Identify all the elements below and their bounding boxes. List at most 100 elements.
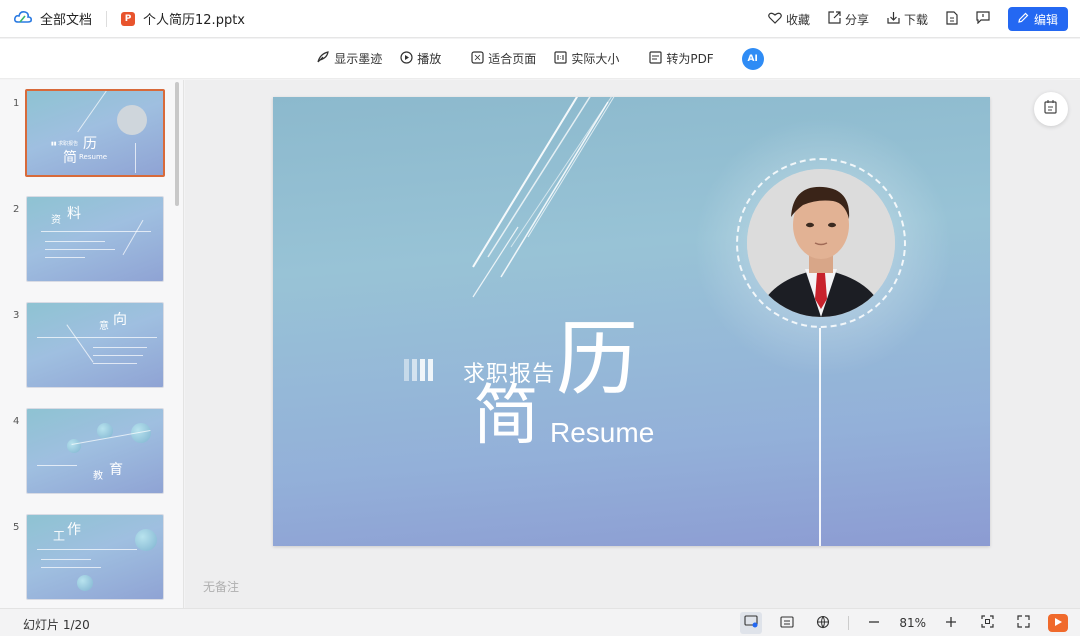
thumbnail-number: 3 bbox=[13, 310, 20, 321]
fit-page-icon bbox=[471, 50, 484, 67]
fullscreen-button[interactable] bbox=[1012, 612, 1034, 634]
heart-icon bbox=[768, 12, 782, 27]
pdf-icon bbox=[649, 50, 662, 67]
download-icon bbox=[887, 11, 900, 27]
cloud-icon bbox=[14, 10, 32, 28]
play-icon bbox=[1053, 616, 1063, 630]
thumbnail-slide-1[interactable]: ▮▮ 求职报告 历 简 Resume bbox=[25, 89, 165, 177]
comment-button[interactable] bbox=[976, 11, 990, 27]
notes-view-icon bbox=[780, 615, 794, 631]
viewer-toolbar: 显示墨迹 播放 适合页面 实际大小 转为PDF AI bbox=[0, 39, 1080, 79]
thumbnail-number: 1 bbox=[13, 98, 20, 109]
thumbnail-item[interactable]: 3 向 意 bbox=[0, 300, 170, 392]
file-info-button[interactable] bbox=[946, 10, 958, 28]
file-name: 个人简历12.pptx bbox=[143, 13, 245, 28]
thumb-title: 料 bbox=[67, 206, 81, 222]
language-button[interactable] bbox=[812, 612, 834, 634]
thumb-title: 教 bbox=[93, 471, 103, 482]
thumb-title: 向 bbox=[113, 312, 127, 328]
thumbnail-number: 2 bbox=[13, 204, 20, 215]
zoom-out-button[interactable] bbox=[863, 612, 885, 634]
slide-resume-text: Resume bbox=[550, 417, 655, 448]
globe-icon bbox=[816, 615, 830, 632]
decorative-bars bbox=[404, 359, 433, 381]
status-bar: 幻灯片 1/20 81% bbox=[0, 608, 1080, 636]
thumbnail-slide-2[interactable]: 料 资 bbox=[26, 196, 164, 282]
pptx-file-icon: P bbox=[121, 11, 136, 26]
thumbnail-item[interactable]: 2 料 资 bbox=[0, 194, 170, 286]
convert-pdf-label: 转为PDF bbox=[666, 52, 714, 66]
thumbnail-slide-5[interactable]: 作 工 bbox=[26, 514, 164, 600]
fullscreen-icon bbox=[1016, 615, 1030, 631]
plus-icon bbox=[945, 616, 957, 631]
convert-pdf-button[interactable]: 转为PDF bbox=[649, 50, 714, 67]
share-label: 分享 bbox=[844, 12, 869, 27]
divider bbox=[106, 10, 108, 27]
play-button[interactable]: 播放 bbox=[400, 50, 441, 67]
thumb-subtitle: Resume bbox=[79, 153, 108, 161]
favorite-label: 收藏 bbox=[785, 12, 810, 27]
ink-feather-icon bbox=[316, 50, 330, 67]
comment-icon bbox=[976, 11, 990, 27]
zoom-in-button[interactable] bbox=[940, 612, 962, 634]
actual-size-button[interactable]: 实际大小 bbox=[554, 50, 619, 67]
fit-screen-icon bbox=[980, 615, 994, 631]
download-label: 下载 bbox=[903, 12, 928, 27]
favorite-button[interactable]: 收藏 bbox=[768, 11, 810, 28]
slideshow-play-button[interactable] bbox=[1048, 614, 1068, 632]
top-bar: 全部文档 P 个人简历12.pptx 收藏 分享 下载 编辑 bbox=[0, 0, 1080, 38]
sidebar-scrollbar[interactable] bbox=[175, 82, 179, 206]
thumb-title: 简 bbox=[63, 150, 77, 166]
thumbnail-item[interactable]: 1 ▮▮ 求职报告 历 简 Resume bbox=[0, 88, 170, 180]
notes-placeholder[interactable]: 无备注 bbox=[203, 578, 239, 595]
zoom-level[interactable]: 81% bbox=[899, 616, 926, 630]
vertical-accent-line bbox=[819, 328, 821, 546]
share-button[interactable]: 分享 bbox=[828, 11, 869, 28]
thumbnail-item[interactable]: 5 作 工 bbox=[0, 512, 170, 604]
slide-title-char: 简 bbox=[473, 377, 539, 454]
thumbnail-number: 4 bbox=[13, 416, 20, 427]
actual-size-label: 实际大小 bbox=[571, 52, 620, 66]
thumb-title: 资 bbox=[51, 215, 61, 226]
normal-view-button[interactable] bbox=[740, 612, 763, 634]
share-icon bbox=[828, 11, 841, 27]
download-button[interactable]: 下载 bbox=[887, 11, 928, 28]
edit-label: 编辑 bbox=[1033, 12, 1058, 27]
side-panel-button[interactable] bbox=[1034, 92, 1068, 126]
all-docs-link[interactable]: 全部文档 bbox=[14, 9, 92, 28]
play-circle-icon bbox=[400, 50, 413, 67]
slide-title-char: 历 bbox=[556, 312, 639, 407]
fit-page-label: 适合页面 bbox=[488, 52, 537, 66]
slide-counter: 幻灯片 1/20 bbox=[23, 618, 90, 632]
thumb-title: 历 bbox=[83, 136, 97, 152]
divider bbox=[848, 616, 850, 630]
normal-view-icon bbox=[744, 615, 758, 631]
ai-assistant-button[interactable]: AI bbox=[741, 47, 764, 70]
slide-1: 求职报告 历 简 Resume bbox=[273, 97, 990, 546]
all-docs-label: 全部文档 bbox=[40, 13, 93, 28]
play-label: 播放 bbox=[417, 52, 442, 66]
notes-view-button[interactable] bbox=[776, 612, 798, 634]
actual-size-icon bbox=[554, 50, 567, 67]
fit-page-button[interactable]: 适合页面 bbox=[471, 50, 536, 67]
slide-thumbnail-panel[interactable]: 1 ▮▮ 求职报告 历 简 Resume 2 料 资 3 向 意 4 育 教 5… bbox=[0, 80, 184, 608]
show-ink-label: 显示墨迹 bbox=[334, 52, 383, 66]
profile-photo bbox=[747, 169, 895, 317]
thumb-title: 工 bbox=[53, 529, 66, 543]
document-tool-icon bbox=[1043, 99, 1059, 119]
thumbnail-slide-3[interactable]: 向 意 bbox=[26, 302, 164, 388]
thumbnail-item[interactable]: 4 育 教 bbox=[0, 406, 170, 498]
fit-screen-button[interactable] bbox=[976, 612, 998, 634]
thumb-title: 育 bbox=[109, 462, 123, 478]
file-title: P 个人简历12.pptx bbox=[121, 9, 245, 28]
edit-button[interactable]: 编辑 bbox=[1007, 7, 1068, 31]
thumbnail-slide-4[interactable]: 育 教 bbox=[26, 408, 164, 494]
minus-icon bbox=[868, 616, 880, 631]
show-ink-button[interactable]: 显示墨迹 bbox=[316, 50, 382, 67]
thumb-title: 意 bbox=[99, 321, 109, 332]
pencil-icon bbox=[1018, 12, 1029, 26]
file-info-icon bbox=[946, 10, 958, 28]
thumbnail-number: 5 bbox=[13, 522, 20, 533]
slide-canvas[interactable]: 求职报告 历 简 Resume 无备注 bbox=[185, 80, 1080, 608]
thumb-title: 作 bbox=[67, 522, 81, 538]
